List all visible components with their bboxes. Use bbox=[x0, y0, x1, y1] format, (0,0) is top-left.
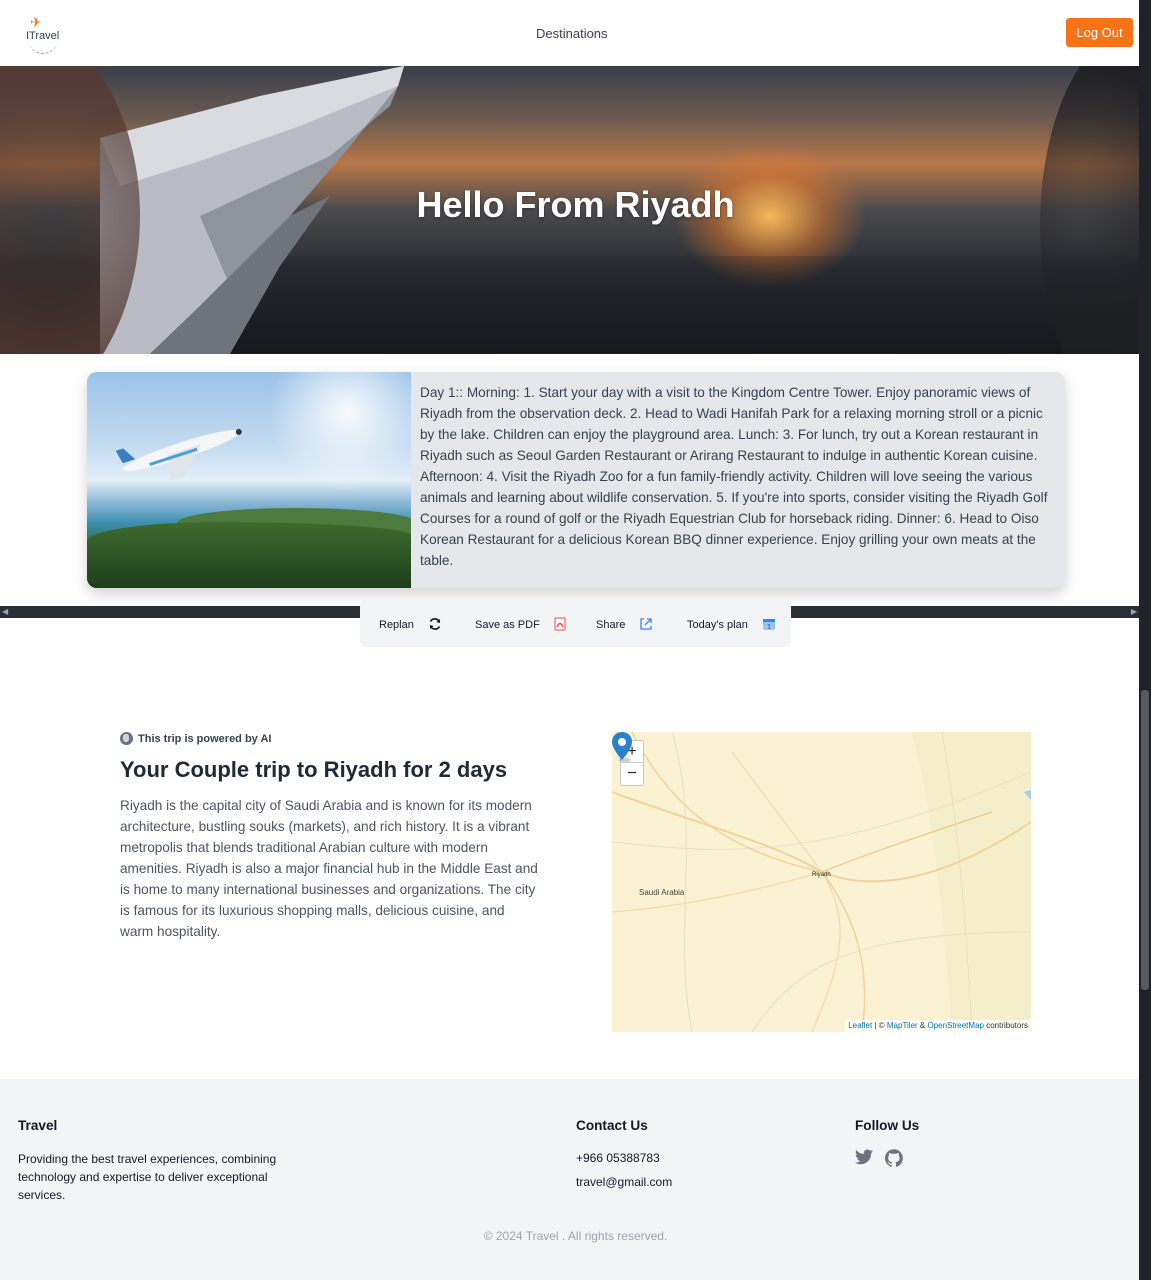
scroll-left-arrow-icon[interactable]: ◀ bbox=[2, 606, 8, 618]
site-footer: Travel Providing the best travel experie… bbox=[0, 1079, 1139, 1280]
footer-email[interactable]: travel@gmail.com bbox=[576, 1175, 672, 1189]
twitter-icon[interactable] bbox=[855, 1149, 873, 1165]
svg-text:1: 1 bbox=[767, 624, 771, 631]
todays-plan-button[interactable]: Today's plan 1 bbox=[687, 617, 776, 633]
share-label: Share bbox=[596, 619, 626, 631]
share-icon bbox=[639, 617, 653, 633]
top-navbar: ✈ ITravel Destinations Log Out bbox=[0, 0, 1139, 66]
map-city-label: Riyadh bbox=[812, 872, 831, 878]
refresh-icon bbox=[428, 617, 442, 633]
maptiler-link[interactable]: MapTiler bbox=[887, 1021, 918, 1030]
share-button[interactable]: Share bbox=[596, 617, 653, 633]
footer-copyright: © 2024 Travel . All rights reserved. bbox=[483, 1229, 668, 1243]
vertical-scrollbar[interactable] bbox=[1139, 0, 1151, 1280]
calendar-icon: 1 bbox=[762, 617, 776, 633]
destination-map[interactable]: + − Saudi Arabia Riyadh Leaflet | © MapT… bbox=[612, 732, 1031, 1032]
ai-powered-label: This trip is powered by AI bbox=[138, 732, 272, 745]
scrollbar-thumb[interactable] bbox=[1141, 690, 1149, 990]
forest-foreground bbox=[87, 522, 411, 588]
logo-arc bbox=[28, 38, 58, 54]
map-attribution: Leaflet | © MapTiler & OpenStreetMap con… bbox=[845, 1020, 1031, 1032]
map-tiles bbox=[612, 732, 1031, 1032]
trip-description: Riyadh is the capital city of Saudi Arab… bbox=[120, 798, 538, 939]
globe-icon bbox=[120, 732, 133, 745]
scroll-right-arrow-icon[interactable]: ▶ bbox=[1131, 606, 1137, 618]
footer-travel-heading: Travel bbox=[18, 1118, 58, 1133]
ai-powered-note: This trip is powered by AI bbox=[120, 732, 271, 745]
footer-follow-heading: Follow Us bbox=[855, 1118, 920, 1133]
itinerary-card: Day 1:: Morning: 1. Start your day with … bbox=[87, 372, 1065, 588]
trip-title: Your Couple trip to Riyadh for 2 days bbox=[120, 757, 508, 782]
save-pdf-button[interactable]: Save as PDF bbox=[475, 617, 566, 633]
replan-button[interactable]: Replan bbox=[379, 617, 442, 633]
openstreetmap-link[interactable]: OpenStreetMap bbox=[927, 1021, 983, 1030]
airplane-logo-icon: ✈ bbox=[30, 14, 42, 30]
trip-action-bar: Replan Save as PDF Share Today's plan 1 bbox=[360, 600, 791, 647]
map-country-label: Saudi Arabia bbox=[639, 888, 685, 897]
footer-travel-description: Providing the best travel experiences, c… bbox=[18, 1152, 277, 1202]
replan-label: Replan bbox=[379, 619, 414, 631]
destination-image bbox=[87, 372, 411, 588]
attribution-separator: | © bbox=[872, 1021, 887, 1030]
leaflet-link[interactable]: Leaflet bbox=[848, 1021, 872, 1030]
pdf-icon bbox=[554, 617, 566, 633]
todays-plan-label: Today's plan bbox=[687, 619, 748, 631]
attribution-contributors: contributors bbox=[983, 1021, 1028, 1030]
social-links bbox=[855, 1149, 915, 1167]
itinerary-text: Day 1:: Morning: 1. Start your day with … bbox=[420, 385, 1048, 568]
footer-contact-heading: Contact Us bbox=[576, 1118, 648, 1133]
footer-phone: +966 05388783 bbox=[576, 1151, 660, 1165]
hero-banner: Hello From Riyadh bbox=[0, 66, 1139, 354]
zoom-out-button[interactable]: − bbox=[621, 763, 643, 785]
github-icon[interactable] bbox=[885, 1149, 903, 1167]
map-pin-icon[interactable] bbox=[612, 732, 632, 762]
logout-button[interactable]: Log Out bbox=[1066, 18, 1133, 47]
site-logo[interactable]: ✈ ITravel bbox=[22, 14, 62, 54]
nav-destinations-link[interactable]: Destinations bbox=[536, 26, 608, 41]
hero-title: Hello From Riyadh bbox=[416, 184, 735, 225]
save-pdf-label: Save as PDF bbox=[475, 619, 540, 631]
